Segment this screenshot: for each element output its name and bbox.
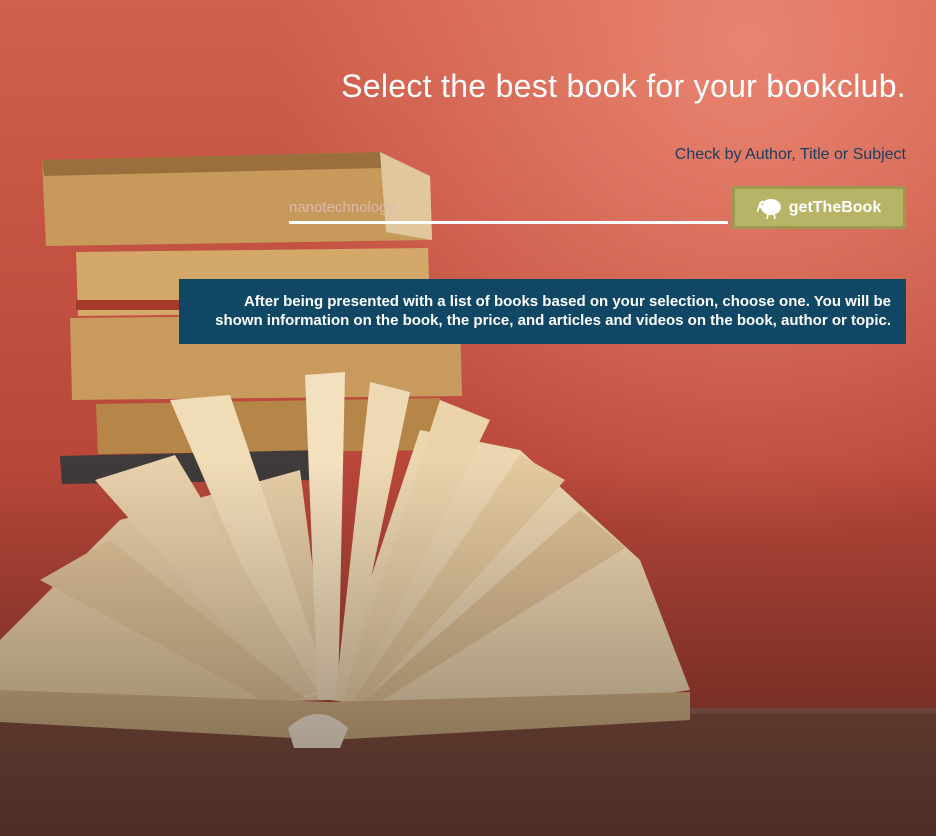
get-the-book-label: getTheBook: [788, 198, 882, 216]
instructions-banner: After being presented with a list of boo…: [179, 279, 906, 344]
instructions-text: After being presented with a list of boo…: [215, 293, 891, 329]
books-photo: [0, 152, 936, 836]
get-the-book-button[interactable]: getTheBook: [732, 186, 906, 229]
page-title: Select the best book for your bookclub.: [341, 68, 906, 104]
hero-background: [0, 0, 936, 836]
kiwi-bird-icon: [756, 198, 781, 219]
search-input[interactable]: [289, 194, 728, 224]
search-instructions: Check by Author, Title or Subject: [674, 146, 906, 163]
